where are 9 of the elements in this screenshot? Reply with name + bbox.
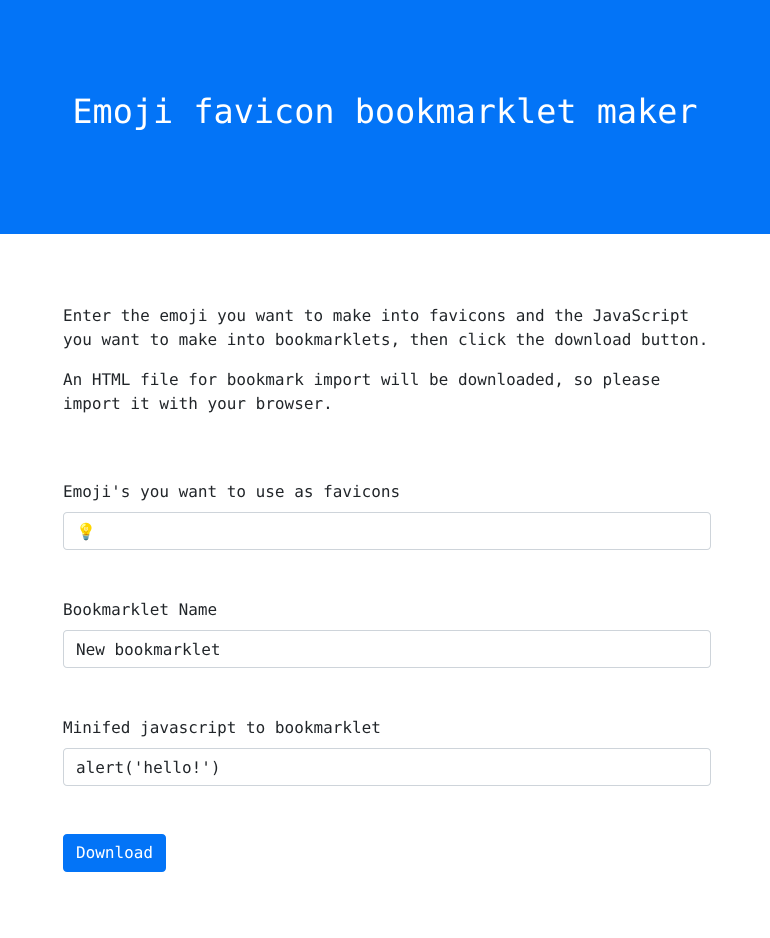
input-field[interactable]: New bookmarklet	[63, 630, 711, 668]
field-label: Bookmarklet Name	[63, 599, 218, 621]
field-label: Minifed javascript to bookmarklet	[63, 717, 382, 739]
intro-paragraph: Enter the emoji you want to make into favicons and the JavaScript you want to make into bookmarklets, then click the download button.	[63, 305, 710, 351]
field-label: Emoji's you want to use as favicons	[63, 481, 402, 503]
download-button[interactable]: Download	[63, 834, 166, 872]
page-title: Emoji favicon bookmarklet maker	[72, 92, 698, 133]
input-field[interactable]: alert('hello!')	[63, 748, 711, 786]
intro-paragraph: An HTML file for bookmark import will be downloaded, so please import it with your browser.	[63, 369, 662, 415]
